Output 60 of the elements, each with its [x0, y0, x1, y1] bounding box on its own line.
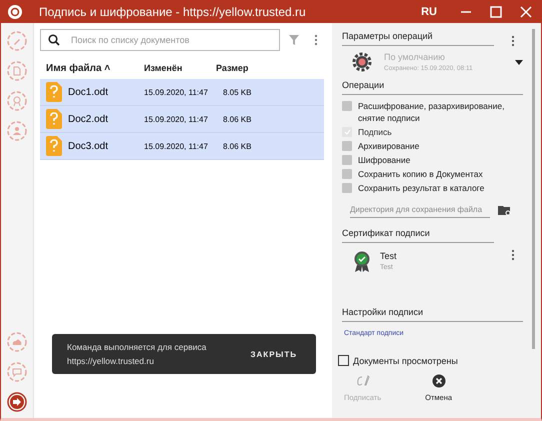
section-title: Операции: [342, 80, 384, 90]
more-icon[interactable]: [511, 35, 515, 47]
directory-field[interactable]: Директория для сохранения файла: [350, 202, 490, 218]
folder-icon[interactable]: [498, 204, 511, 216]
section-title: Сертификат подписи: [342, 228, 430, 238]
search-field[interactable]: Поиск по списку документов: [40, 29, 280, 51]
checkbox[interactable]: [342, 169, 352, 179]
operation-checkbox[interactable]: Архивирование: [342, 140, 523, 152]
file-row[interactable]: Doc1.odt 15.09.2020, 11:47 8.05 KB: [40, 79, 324, 106]
unknown-file-icon: [46, 82, 62, 102]
file-size: 8.05 KB: [223, 88, 252, 96]
operation-checkbox[interactable]: Сохранить результат в каталоге: [342, 182, 523, 194]
document-icon[interactable]: [7, 61, 27, 81]
reviewed-checkbox[interactable]: Документы просмотрены: [338, 355, 523, 366]
file-row[interactable]: Doc2.odt 15.09.2020, 11:47 8.06 KB: [40, 106, 324, 133]
profile-name: По умолчанию: [384, 52, 446, 62]
file-size: 8.06 KB: [223, 114, 252, 124]
gear-icon: [352, 52, 372, 72]
section-title: Настройки подписи: [342, 307, 423, 317]
more-icon[interactable]: [314, 34, 318, 46]
file-name: Doc2.odt: [68, 114, 108, 124]
exit-icon[interactable]: [7, 392, 27, 412]
certificate-icon: [354, 251, 370, 273]
window-title: Подпись и шифрование - https://yellow.trusted.ru: [39, 5, 307, 19]
section-title: Параметры операций: [342, 31, 433, 41]
certificate-name: Test: [380, 251, 397, 261]
column-header[interactable]: Изменён: [144, 63, 216, 74]
badge-icon[interactable]: [7, 91, 27, 111]
file-row[interactable]: Doc3.odt 15.09.2020, 11:47 8.06 KB: [40, 133, 324, 160]
checkbox[interactable]: [342, 183, 352, 193]
dropdown-caret-icon: [515, 60, 523, 64]
more-icon[interactable]: [511, 249, 515, 261]
modified-date: 15.09.2020, 11:47: [144, 114, 209, 124]
check-icon: [344, 129, 350, 135]
cloud-icon[interactable]: [7, 332, 27, 352]
column-header[interactable]: Имя файла ˄: [46, 63, 144, 74]
operation-checkbox[interactable]: Сохранить копию в Документах: [342, 168, 523, 180]
close-snackbar-button[interactable]: ЗАКРЫТЬ: [246, 346, 301, 362]
close-icon: [432, 374, 446, 388]
checkbox[interactable]: [342, 101, 352, 111]
chat-icon[interactable]: [7, 362, 27, 382]
language-code[interactable]: RU: [421, 6, 437, 18]
snackbar-message: Команда выполняется для сервиса https://yellow.trusted.ru: [67, 341, 208, 368]
unknown-file-icon: [46, 109, 62, 129]
column-header[interactable]: Размер: [216, 63, 248, 74]
modified-date: 15.09.2020, 11:47: [144, 142, 209, 150]
search-icon: [48, 34, 60, 46]
people-icon[interactable]: [7, 121, 27, 141]
pen-icon: [356, 374, 370, 388]
file-size: 8.06 KB: [223, 142, 252, 150]
file-name: Doc3.odt: [68, 140, 108, 152]
unknown-file-icon: [46, 136, 62, 156]
pen-icon[interactable]: [7, 31, 27, 51]
modified-date: 15.09.2020, 11:47: [144, 88, 209, 96]
checkbox[interactable]: [342, 155, 352, 165]
operation-checkbox[interactable]: Шифрование: [342, 154, 523, 166]
filter-icon[interactable]: [288, 34, 300, 46]
file-name: Doc1.odt: [68, 86, 108, 98]
operation-checkbox[interactable]: Расшифрование, разархивирование, снятие подписи: [342, 100, 523, 124]
checkbox[interactable]: [342, 141, 352, 151]
